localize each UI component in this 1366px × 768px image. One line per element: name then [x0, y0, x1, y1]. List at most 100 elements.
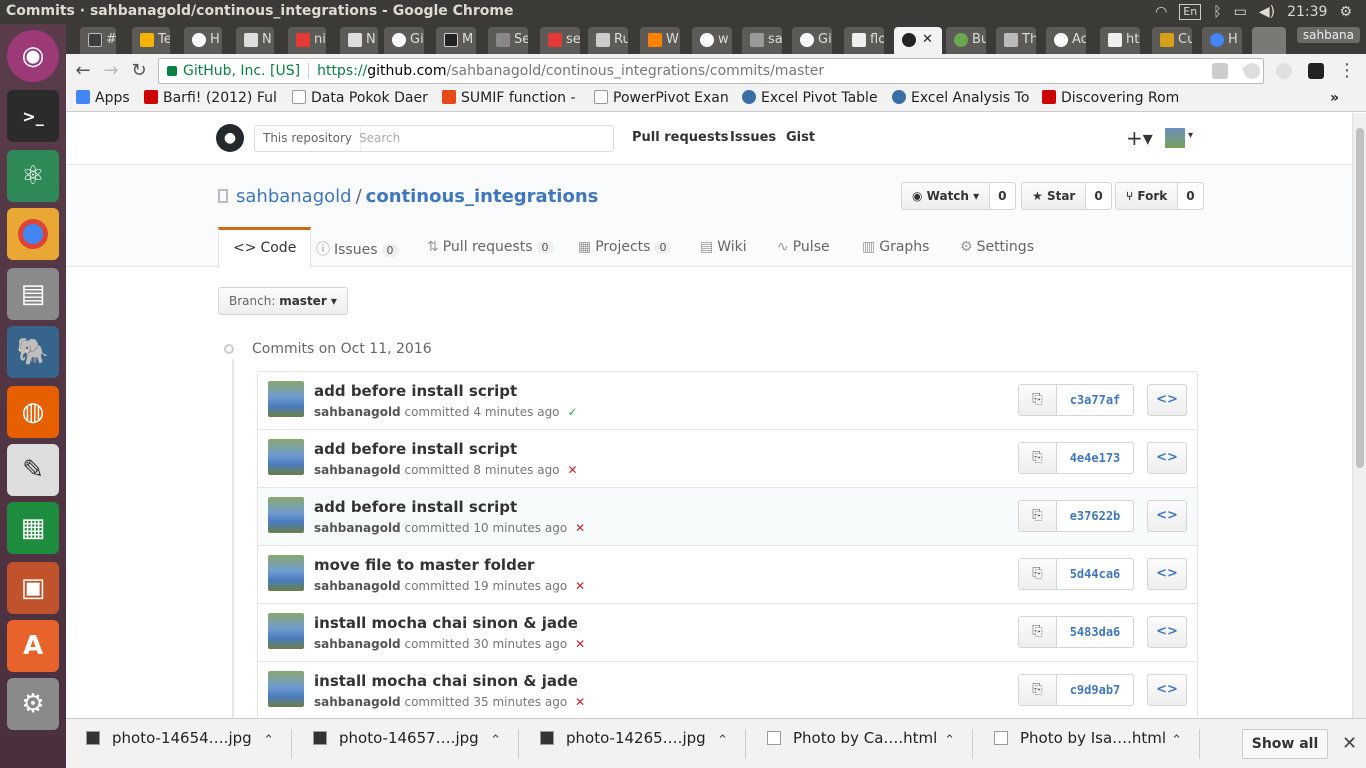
x-icon[interactable]: ✕ [568, 463, 578, 477]
browse-files-button[interactable]: <> [1147, 442, 1187, 474]
browser-tab[interactable]: sa [742, 27, 782, 54]
scrollbar-thumb[interactable] [1356, 128, 1364, 468]
bookmark-apps[interactable]: Apps [76, 90, 130, 106]
user-avatar[interactable] [1165, 128, 1185, 148]
extension-icon[interactable] [1212, 63, 1228, 79]
create-new-dropdown[interactable]: +▾ [1126, 126, 1153, 150]
commit-author[interactable]: sahbanagold [314, 405, 401, 419]
repo-owner-link[interactable]: sahbanagold [236, 186, 352, 207]
tab-code[interactable]: <> Code [218, 227, 312, 268]
bluetooth-icon[interactable]: ᛒ [1213, 4, 1221, 20]
chrome-icon[interactable] [7, 208, 59, 260]
bookmark-item[interactable]: Excel Pivot Table [742, 90, 878, 106]
browser-tab[interactable]: Gi [384, 27, 424, 54]
clipboard-icon[interactable]: ⎘ [1019, 675, 1057, 705]
commit-author[interactable]: sahbanagold [314, 637, 401, 651]
watch-count[interactable]: 0 [990, 183, 1015, 209]
close-icon[interactable]: ✕ [1342, 733, 1357, 754]
x-icon[interactable]: ✕ [575, 695, 585, 709]
postgresql-icon[interactable]: 🐘 [7, 326, 59, 378]
download-item[interactable]: Photo by Ca….html ⌃ [747, 729, 973, 759]
presentation-icon[interactable]: ▣ [7, 562, 59, 614]
system-settings-icon[interactable]: ⚙ [7, 678, 59, 730]
bookmark-item[interactable]: SUMIF function - [442, 90, 580, 106]
download-item[interactable]: Photo by Isa….html ⌃ [974, 729, 1200, 759]
commit-message[interactable]: add before install script [314, 382, 517, 400]
browser-tab[interactable]: Ac [1046, 27, 1086, 54]
bookmark-item[interactable]: Excel Analysis To [892, 90, 1030, 106]
commit-message[interactable]: add before install script [314, 498, 517, 516]
clipboard-icon[interactable]: ⎘ [1019, 501, 1057, 531]
software-center-icon[interactable]: A [7, 620, 59, 672]
browser-tab[interactable]: Se [488, 27, 528, 54]
star-button[interactable]: ★ Star 0 [1021, 182, 1112, 210]
tab-issues[interactable]: ⓘ Issues 0 [302, 227, 413, 267]
commit-author[interactable]: sahbanagold [314, 695, 401, 709]
browser-tab[interactable]: ni [288, 27, 326, 54]
browser-tab[interactable]: W [640, 27, 680, 54]
terminal-icon[interactable]: >_ [7, 90, 59, 142]
extension-icon[interactable] [1276, 63, 1292, 79]
chevron-up-icon[interactable]: ⌃ [717, 733, 728, 748]
firefox-icon[interactable]: ◍ [7, 386, 59, 438]
fork-button[interactable]: ⑂ Fork 0 [1115, 182, 1204, 210]
bookmark-item[interactable]: Discovering Rom [1042, 90, 1182, 106]
clipboard-icon[interactable]: ⎘ [1019, 443, 1057, 473]
commit-author[interactable]: sahbanagold [314, 521, 401, 535]
profile-button[interactable]: sahbana [1296, 27, 1360, 43]
wifi-icon[interactable]: ◠ [1155, 4, 1167, 20]
browser-tab[interactable]: Ru [588, 27, 628, 54]
nav-issues[interactable]: Issues [730, 130, 776, 145]
author-avatar[interactable] [268, 613, 304, 649]
show-all-downloads-button[interactable]: Show all [1242, 729, 1328, 759]
commit-message[interactable]: install mocha chai sinon & jade [314, 672, 578, 690]
bookmarks-overflow-button[interactable]: » [1330, 90, 1339, 106]
star-count[interactable]: 0 [1086, 183, 1111, 209]
browse-files-button[interactable]: <> [1147, 558, 1187, 590]
tab-close-icon[interactable]: ✕ [922, 32, 933, 47]
tab-graphs[interactable]: ▥ Graphs [848, 227, 943, 267]
author-avatar[interactable] [268, 671, 304, 707]
browser-tab[interactable]: Gi [792, 27, 832, 54]
browser-tab[interactable]: N [340, 27, 378, 54]
address-bar[interactable]: GitHub, Inc. [US] https://github.com/sahb… [158, 58, 1264, 84]
tab-projects[interactable]: ▦ Projects 0 [564, 227, 685, 267]
battery-icon[interactable]: ▭ [1234, 4, 1247, 20]
chrome-menu-icon[interactable]: ⋮ [1336, 60, 1358, 82]
browser-tab[interactable]: Bu [946, 27, 986, 54]
browse-files-button[interactable]: <> [1147, 500, 1187, 532]
browser-tab-active[interactable]: ✕ [894, 27, 942, 54]
browser-tab[interactable]: H [1202, 27, 1242, 54]
search-input[interactable]: This repository Search [254, 125, 614, 152]
text-editor-icon[interactable]: ✎ [7, 444, 59, 496]
ubuntu-dash-icon[interactable]: ◉ [7, 30, 59, 82]
browse-files-button[interactable]: <> [1147, 674, 1187, 706]
github-logo-icon[interactable]: ● [216, 124, 244, 152]
author-avatar[interactable] [268, 381, 304, 417]
commit-message[interactable]: install mocha chai sinon & jade [314, 614, 578, 632]
tab-pulse[interactable]: ∿ Pulse [763, 227, 844, 267]
volume-icon[interactable]: ◀) [1259, 4, 1275, 20]
commit-sha[interactable]: 4e4e173 [1057, 443, 1133, 473]
commit-author[interactable]: sahbanagold [314, 463, 401, 477]
bookmark-item[interactable]: Data Pokok Daer [292, 90, 432, 106]
clipboard-icon[interactable]: ⎘ [1019, 617, 1057, 647]
download-item[interactable]: photo-14657….jpg ⌃ [293, 729, 519, 759]
tab-settings[interactable]: ⚙ Settings [946, 227, 1048, 267]
caret-down-icon[interactable]: ▾ [1188, 130, 1193, 141]
clock[interactable]: 21:39 [1287, 4, 1327, 20]
browser-tab[interactable]: ht [1100, 27, 1140, 54]
page-scrollbar[interactable] [1352, 113, 1366, 718]
commit-author[interactable]: sahbanagold [314, 579, 401, 593]
reload-icon[interactable]: ↻ [128, 60, 150, 82]
atom-editor-icon[interactable]: ⚛ [7, 150, 59, 202]
browse-files-button[interactable]: <> [1147, 616, 1187, 648]
x-icon[interactable]: ✕ [575, 579, 585, 593]
tab-wiki[interactable]: ▤ Wiki [686, 227, 761, 267]
clipboard-icon[interactable]: ⎘ [1019, 559, 1057, 589]
browser-tab[interactable]: Cu [1152, 27, 1192, 54]
commit-sha[interactable]: 5483da6 [1057, 617, 1133, 647]
branch-selector[interactable]: Branch: master ▾ [218, 287, 348, 315]
download-item[interactable]: photo-14654….jpg ⌃ [66, 729, 292, 759]
commit-message[interactable]: move file to master folder [314, 556, 534, 574]
